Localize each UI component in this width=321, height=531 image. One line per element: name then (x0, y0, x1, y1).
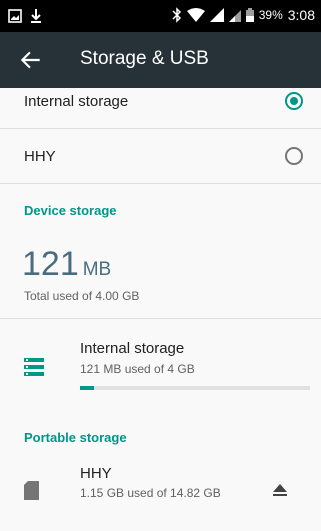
arrow-left-icon[interactable] (18, 47, 44, 73)
storage-icon (24, 358, 44, 376)
status-bar: 39% 3:08 (0, 0, 321, 32)
used-unit: MB (82, 259, 112, 280)
battery-icon (245, 8, 254, 22)
signal-icon (209, 8, 224, 22)
bluetooth-icon (172, 7, 181, 23)
radio-hhy[interactable] (285, 147, 303, 165)
storage-option-internal[interactable]: Internal storage (0, 88, 321, 128)
page-title: Storage & USB (80, 48, 209, 69)
signal-icon-2 (228, 10, 241, 22)
hhy-title: HHY (80, 465, 112, 482)
section-header-device-storage: Device storage (24, 203, 117, 218)
sd-card-icon (24, 481, 39, 500)
download-icon (31, 9, 41, 23)
hhy-storage-item[interactable]: HHY 1.15 GB used of 14.82 GB (0, 456, 321, 531)
used-summary: 121 MB (22, 245, 111, 284)
eject-icon[interactable] (273, 484, 287, 496)
divider (0, 183, 321, 184)
radio-internal-storage[interactable] (285, 92, 303, 110)
storage-progress-fill (80, 386, 94, 390)
storage-list[interactable]: Internal storage HHY Device storage 121 M… (0, 88, 321, 531)
option-label: Internal storage (24, 93, 129, 110)
hhy-subtitle: 1.15 GB used of 14.82 GB (80, 486, 221, 500)
clock: 3:08 (287, 7, 315, 23)
used-value: 121 (22, 245, 79, 283)
option-label: HHY (24, 148, 56, 165)
internal-storage-title: Internal storage (80, 340, 185, 357)
internal-storage-item[interactable]: Internal storage 121 MB used of 4 GB (0, 319, 321, 411)
internal-storage-subtitle: 121 MB used of 4 GB (80, 362, 195, 376)
storage-option-hhy[interactable]: HHY (0, 129, 321, 183)
image-icon (8, 9, 22, 23)
wifi-icon (186, 8, 205, 22)
storage-progress-bar (80, 386, 310, 390)
total-used-text: Total used of 4.00 GB (24, 289, 140, 303)
app-bar: Storage & USB (0, 32, 321, 88)
battery-percent: 39% (258, 8, 283, 22)
section-header-portable-storage: Portable storage (24, 430, 127, 445)
